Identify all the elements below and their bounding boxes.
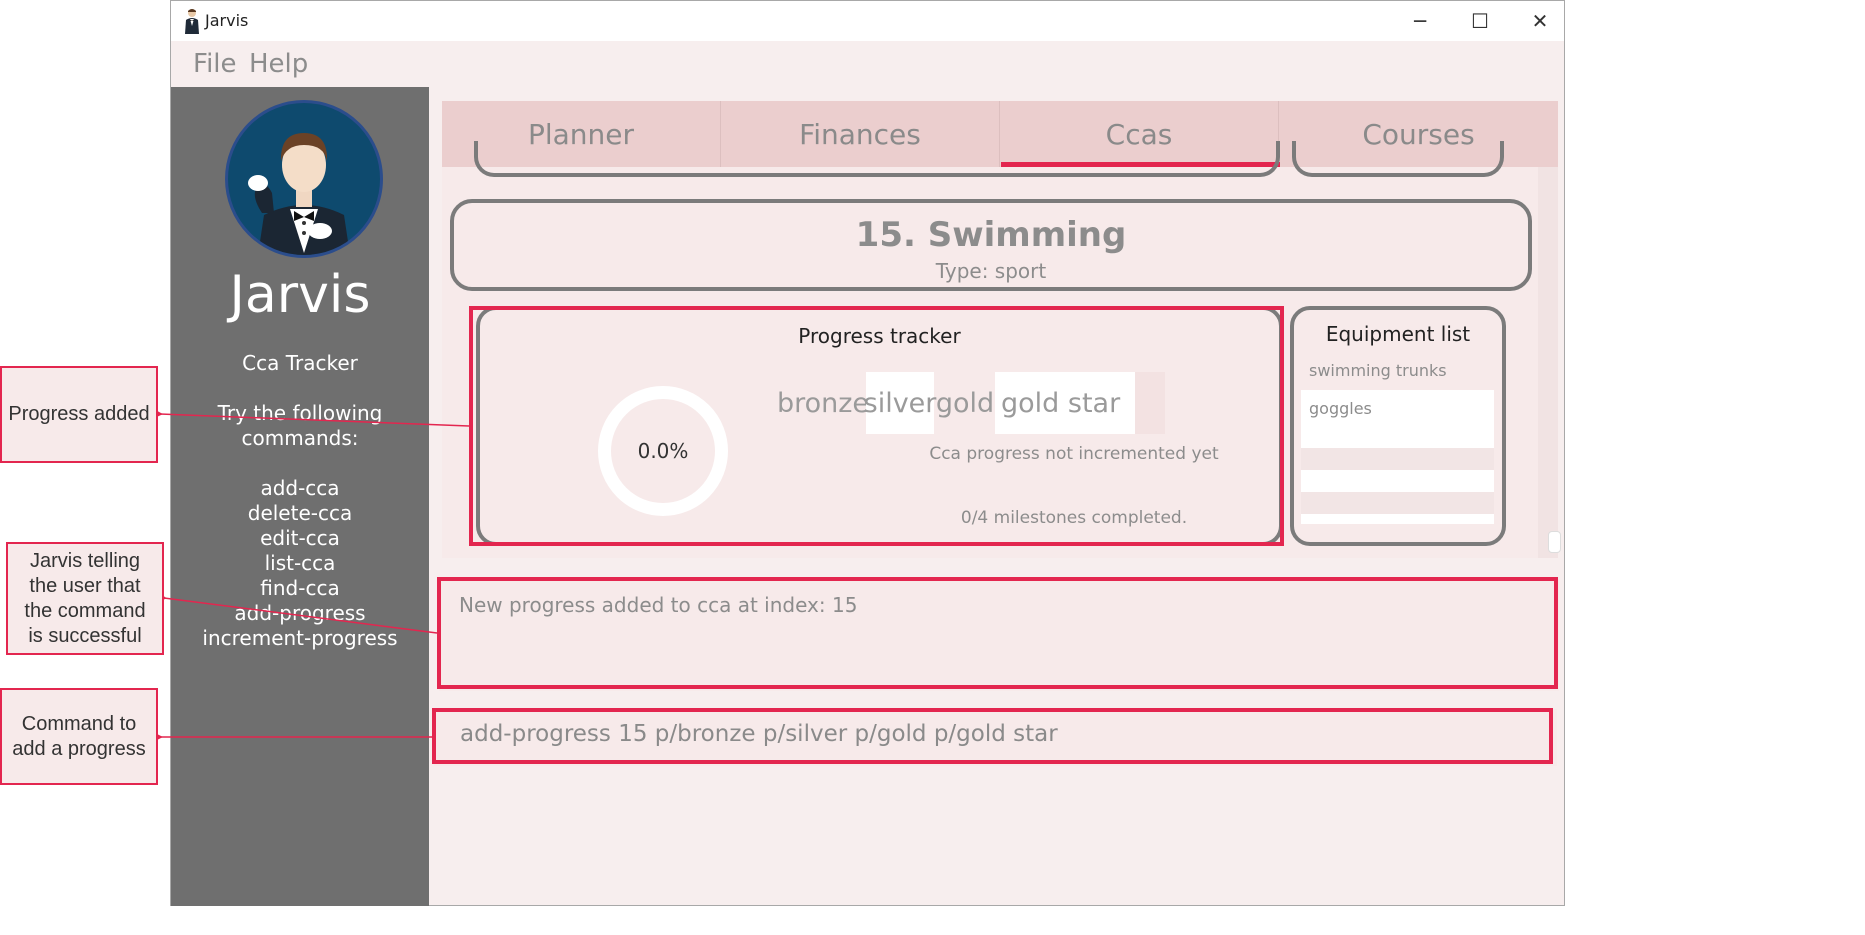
sidebar-command: find-cca [260, 576, 340, 600]
equipment-empty-row [1301, 492, 1494, 514]
scrollbar-thumb[interactable] [1548, 531, 1561, 553]
sidebar-prompt-line1: Try the following [217, 401, 383, 425]
callout-line: is successful [28, 624, 142, 647]
callout-jarvis-telling: Jarvis telling the user that the command… [6, 542, 164, 655]
sidebar-command: add-cca [260, 476, 340, 500]
callout-progress-added-text: Progress added [8, 403, 150, 425]
sidebar-subtitle: Cca Tracker [242, 351, 358, 375]
cca-card: 15. Swimming Type: sport [450, 199, 1532, 291]
sidebar-prompt-line2: commands: [241, 426, 359, 450]
tab-bar-overlay [442, 101, 1558, 167]
minimize-button[interactable]: ─ [1390, 1, 1450, 41]
maximize-icon: ☐ [1471, 9, 1489, 33]
sidebar-command: delete-cca [247, 501, 353, 525]
sidebar-title: Jarvis [229, 265, 371, 325]
equipment-empty-row [1301, 426, 1494, 448]
equipment-list-panel: Equipment list swimming trunks goggles [1290, 306, 1506, 546]
sidebar-command: list-cca [264, 551, 336, 575]
close-icon: ✕ [1531, 9, 1549, 33]
callout-line: add a progress [12, 737, 146, 760]
butler-icon [185, 9, 199, 34]
highlight-progress-tracker [469, 306, 1284, 546]
scrollbar-track[interactable] [1538, 167, 1558, 558]
window-title: Jarvis [205, 11, 249, 30]
callout-line: Jarvis telling [29, 549, 141, 572]
butler-icon [248, 133, 350, 255]
sidebar: Jarvis Cca Tracker Try the following com… [171, 87, 429, 906]
close-button[interactable]: ✕ [1510, 1, 1570, 41]
menu-help[interactable]: Help [249, 49, 308, 79]
minimize-icon: ─ [1413, 9, 1427, 33]
equipment-empty-row [1301, 470, 1494, 492]
equipment-item[interactable]: swimming trunks [1301, 352, 1494, 388]
menu-bar [171, 41, 1564, 87]
equipment-empty-row [1301, 514, 1494, 524]
highlight-command-box [432, 708, 1553, 764]
callout-command-to-add: Command to add a progress [0, 688, 158, 785]
cca-type: Type: sport [935, 259, 1047, 283]
highlight-result-display [437, 577, 1558, 689]
menu-file[interactable]: File [193, 49, 237, 79]
maximize-button[interactable]: ☐ [1450, 1, 1510, 41]
callout-progress-added: Progress added [0, 366, 158, 463]
equipment-empty-row [1301, 448, 1494, 470]
callout-line: the user that [29, 574, 141, 597]
butler-avatar [225, 100, 383, 258]
sidebar-command: add-progress [234, 601, 366, 625]
title-bar: Jarvis ─ ☐ ✕ [171, 1, 1564, 41]
callout-line: the command [24, 599, 146, 622]
cca-name: 15. Swimming [855, 215, 1127, 255]
equipment-item[interactable]: goggles [1301, 390, 1494, 426]
sidebar-command: increment-progress [202, 626, 398, 650]
equipment-list-title: Equipment list [1325, 322, 1471, 346]
callout-line: Command to [21, 712, 137, 735]
sidebar-command: edit-cca [260, 526, 340, 550]
